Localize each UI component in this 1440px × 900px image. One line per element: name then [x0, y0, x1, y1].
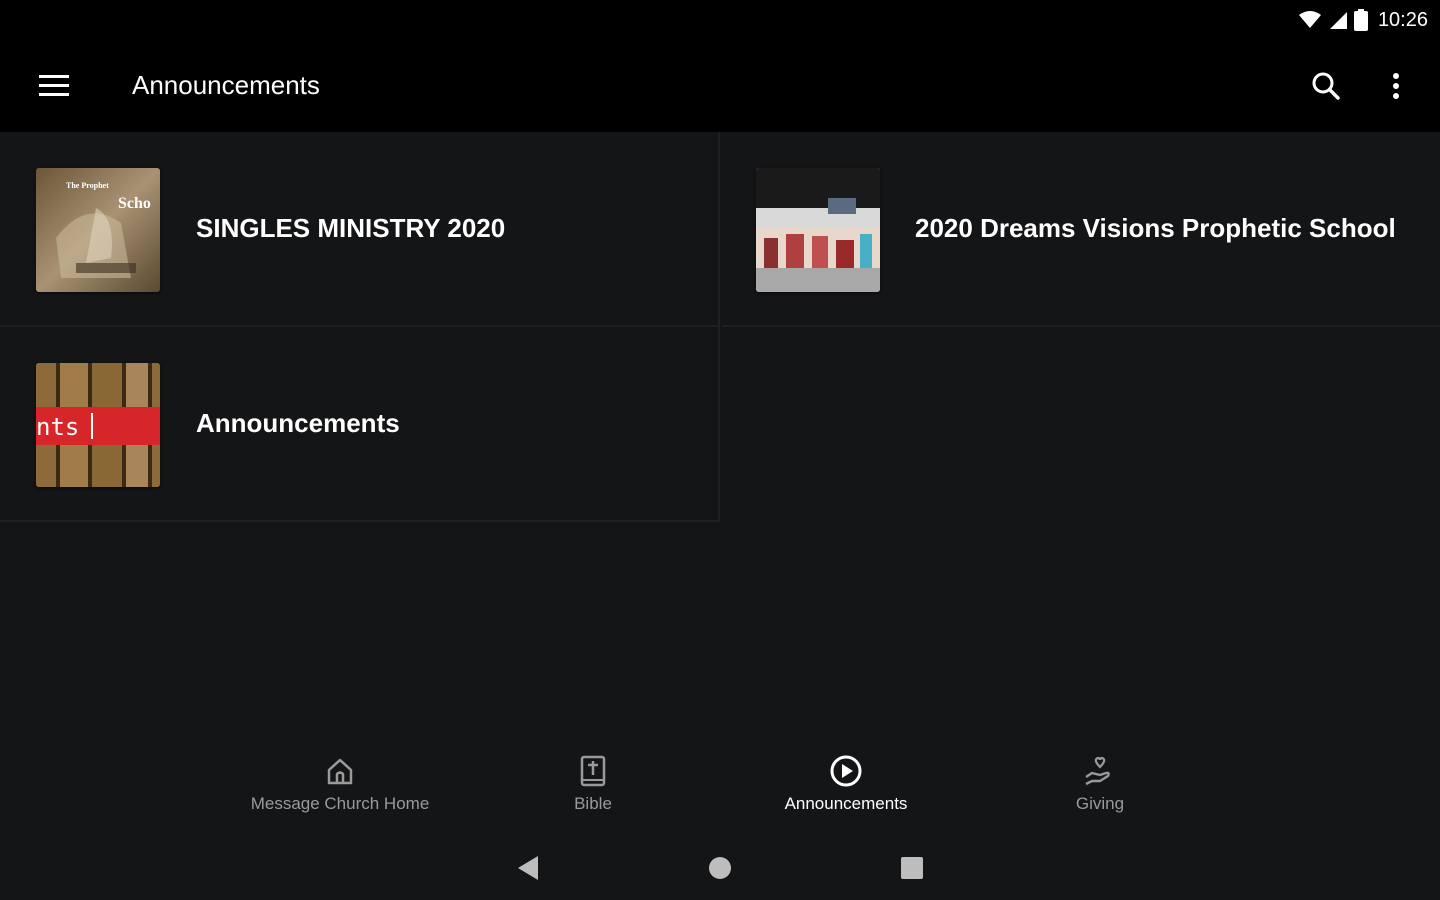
thumb-caption-large: Scho: [118, 195, 151, 212]
card-title: 2020 Dreams Visions Prophetic School: [915, 213, 1396, 243]
app-bar: Announcements: [0, 40, 1440, 132]
thumb-caption: nts: [36, 413, 79, 441]
status-time: 10:26: [1377, 8, 1428, 31]
system-recents-button[interactable]: [894, 850, 930, 886]
menu-button[interactable]: [30, 62, 78, 110]
search-icon: [1312, 72, 1340, 100]
search-button[interactable]: [1302, 62, 1350, 110]
bible-icon: [580, 755, 606, 787]
more-vert-icon: [1393, 73, 1399, 99]
home-circle-icon: [709, 857, 731, 879]
card-thumbnail: The Prophet Scho: [36, 168, 160, 292]
page-title: Announcements: [132, 70, 320, 100]
system-navigation-bar: [0, 836, 1440, 900]
announcement-card-singles-ministry[interactable]: The Prophet Scho SINGLES MINISTRY 2020: [0, 132, 720, 327]
announcement-card-announcements[interactable]: nts Announcements: [0, 327, 720, 522]
card-thumbnail: nts: [36, 363, 160, 487]
nav-label: Bible: [574, 794, 612, 813]
battery-icon: [1353, 9, 1368, 31]
nav-item-bible[interactable]: Bible: [543, 754, 643, 830]
bottom-navigation: Message Church Home Bible Announcements: [0, 744, 1440, 836]
status-bar: 10:26: [0, 0, 1440, 40]
system-back-button[interactable]: [510, 850, 546, 886]
announcement-card-prophetic-school[interactable]: 2020 Dreams Visions Prophetic School: [722, 132, 1440, 327]
recents-square-icon: [901, 857, 923, 879]
back-triangle-icon: [518, 856, 538, 880]
card-title: SINGLES MINISTRY 2020: [196, 213, 506, 243]
signal-icon: [1329, 12, 1347, 29]
thumb-caption-small: The Prophet: [66, 181, 109, 190]
nav-label: Announcements: [784, 794, 908, 813]
play-circle-icon: [830, 755, 862, 787]
wifi-icon: [1298, 11, 1321, 28]
nav-item-home[interactable]: Message Church Home: [240, 754, 440, 830]
nav-label: Giving: [1075, 794, 1125, 813]
giving-hand-icon: [1085, 756, 1110, 786]
home-icon: [327, 758, 353, 785]
nav-item-giving[interactable]: Giving: [1050, 754, 1150, 830]
system-home-button[interactable]: [702, 850, 738, 886]
nav-item-announcements[interactable]: Announcements: [766, 754, 926, 830]
card-thumbnail: [756, 168, 880, 292]
nav-label: Message Church Home: [250, 794, 430, 813]
announcements-grid: The Prophet Scho SINGLES MINISTRY 2020 2…: [0, 132, 1440, 744]
menu-icon: [39, 75, 69, 96]
card-title: Announcements: [196, 408, 400, 438]
more-options-button[interactable]: [1372, 62, 1420, 110]
